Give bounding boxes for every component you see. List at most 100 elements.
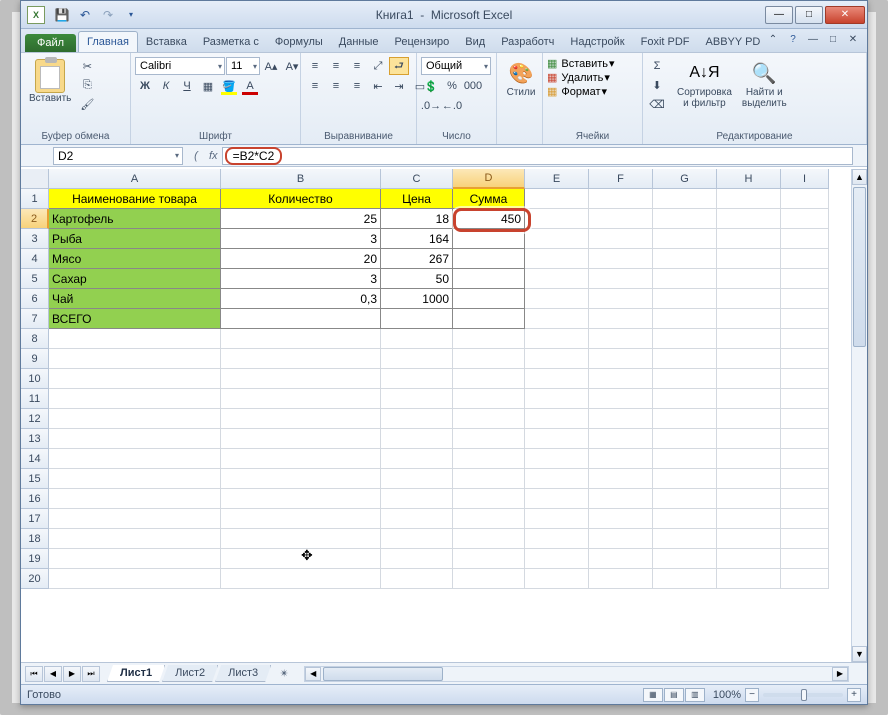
cell[interactable] [525, 489, 589, 509]
cell[interactable] [653, 369, 717, 389]
cell[interactable] [717, 449, 781, 469]
cell[interactable] [781, 229, 829, 249]
cell[interactable] [653, 429, 717, 449]
cell[interactable] [781, 469, 829, 489]
cell[interactable] [525, 369, 589, 389]
row-header-12[interactable]: 12 [21, 409, 49, 429]
col-header-f[interactable]: F [589, 169, 653, 189]
redo-icon[interactable]: ↷ [98, 5, 118, 25]
cell[interactable] [653, 229, 717, 249]
cell[interactable] [453, 389, 525, 409]
horizontal-scrollbar[interactable]: ◀ ▶ [304, 666, 849, 682]
vertical-scrollbar[interactable]: ▲ ▼ [851, 169, 867, 662]
cut-icon[interactable]: ✂ [77, 57, 97, 75]
cell[interactable] [221, 569, 381, 589]
col-header-i[interactable]: I [781, 169, 829, 189]
grow-font-icon[interactable]: A▴ [261, 57, 281, 75]
cell[interactable] [525, 449, 589, 469]
cell[interactable] [525, 569, 589, 589]
align-center-icon[interactable]: ≡ [326, 77, 346, 95]
cell[interactable] [453, 449, 525, 469]
cell[interactable] [221, 369, 381, 389]
cell[interactable] [781, 449, 829, 469]
cell[interactable] [221, 329, 381, 349]
cell[interactable]: 3 [221, 269, 381, 289]
cell[interactable] [381, 449, 453, 469]
cell[interactable] [589, 349, 653, 369]
bold-icon[interactable]: Ж [135, 77, 155, 95]
sheet-tab-3[interactable]: Лист3 [215, 665, 271, 682]
tab-data[interactable]: Данные [331, 32, 387, 52]
cell[interactable] [781, 529, 829, 549]
row-header-20[interactable]: 20 [21, 569, 49, 589]
select-all-corner[interactable] [21, 169, 49, 189]
paste-button[interactable]: Вставить [25, 57, 75, 106]
cell[interactable] [653, 389, 717, 409]
cell[interactable] [49, 529, 221, 549]
cell[interactable] [381, 549, 453, 569]
cell[interactable] [717, 509, 781, 529]
col-header-a[interactable]: A [49, 169, 221, 189]
cell[interactable] [717, 489, 781, 509]
row-header-19[interactable]: 19 [21, 549, 49, 569]
align-left-icon[interactable]: ≡ [305, 77, 325, 95]
close-button[interactable]: ✕ [825, 6, 865, 24]
col-header-c[interactable]: C [381, 169, 453, 189]
cell[interactable] [653, 349, 717, 369]
cell[interactable] [453, 309, 525, 329]
cell[interactable] [453, 269, 525, 289]
name-box[interactable]: D2 [53, 147, 183, 165]
cell[interactable] [781, 549, 829, 569]
cell[interactable] [525, 389, 589, 409]
cell[interactable] [653, 449, 717, 469]
cell[interactable] [49, 409, 221, 429]
font-name-combo[interactable]: Calibri [135, 57, 225, 75]
cell[interactable] [653, 309, 717, 329]
cell[interactable]: Чай [49, 289, 221, 309]
cell[interactable] [781, 289, 829, 309]
cell[interactable] [221, 409, 381, 429]
cell[interactable] [453, 469, 525, 489]
cell[interactable] [453, 429, 525, 449]
formula-input[interactable]: =B2*C2 [222, 147, 853, 165]
scroll-down-icon[interactable]: ▼ [852, 646, 867, 662]
cell[interactable] [453, 289, 525, 309]
cell[interactable] [525, 529, 589, 549]
add-sheet-icon[interactable]: ✴ [274, 666, 294, 682]
cell[interactable] [49, 489, 221, 509]
row-header-18[interactable]: 18 [21, 529, 49, 549]
cell[interactable] [589, 449, 653, 469]
delete-cells-button[interactable]: ▦Удалить ▾ [547, 71, 610, 84]
percent-icon[interactable]: % [442, 77, 462, 95]
zoom-slider[interactable] [763, 693, 843, 697]
number-format-combo[interactable]: Общий [421, 57, 491, 75]
cell[interactable]: 25 [221, 209, 381, 229]
cell[interactable] [717, 249, 781, 269]
fill-color-icon[interactable]: 🪣 [219, 77, 239, 95]
cell[interactable] [653, 329, 717, 349]
maximize-button[interactable]: □ [795, 6, 823, 24]
cell[interactable] [781, 429, 829, 449]
italic-icon[interactable]: К [156, 77, 176, 95]
cell[interactable] [717, 189, 781, 209]
cell[interactable] [221, 429, 381, 449]
cell[interactable]: Сумма [453, 189, 525, 209]
cell[interactable] [525, 289, 589, 309]
cell[interactable] [589, 469, 653, 489]
sheet-tab-1[interactable]: Лист1 [107, 665, 165, 682]
cell[interactable] [653, 249, 717, 269]
cell[interactable] [653, 489, 717, 509]
cell[interactable] [381, 489, 453, 509]
autosum-icon[interactable]: Σ [647, 57, 667, 75]
cell[interactable] [717, 309, 781, 329]
cell[interactable] [525, 409, 589, 429]
tab-view[interactable]: Вид [457, 32, 493, 52]
cell[interactable] [653, 409, 717, 429]
cell[interactable] [453, 229, 525, 249]
cell[interactable] [525, 209, 589, 229]
cell[interactable] [781, 249, 829, 269]
align-top-icon[interactable]: ≡ [305, 57, 325, 75]
cell[interactable] [525, 549, 589, 569]
cell[interactable] [717, 209, 781, 229]
cell[interactable] [589, 489, 653, 509]
